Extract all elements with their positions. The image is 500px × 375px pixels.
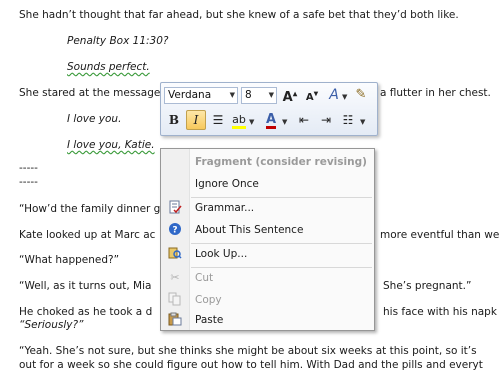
menu-item-about-this-sentence[interactable]: ? About This Sentence xyxy=(161,219,374,241)
doc-paragraph-italic: Penalty Box 11:30? xyxy=(67,35,169,47)
menu-item-label: Look Up... xyxy=(195,248,248,260)
center-align-button[interactable]: ☰ xyxy=(208,110,228,130)
menu-item-look-up[interactable]: Look Up... xyxy=(161,243,374,265)
doc-paragraph-italic: Sounds perfect. xyxy=(67,60,150,74)
bold-label: B xyxy=(168,113,180,127)
doc-paragraph-tail: a flutter in her chest. xyxy=(380,87,491,99)
chevron-down-icon[interactable]: ▼ xyxy=(282,118,287,126)
chevron-down-icon[interactable]: ▼ xyxy=(342,93,347,101)
chevron-down-icon[interactable]: ▼ xyxy=(269,88,274,103)
doc-paragraph-italic: I love you, Katie. xyxy=(67,138,155,152)
align-center-icon: ☰ xyxy=(212,113,224,127)
doc-paragraph-tail: more eventful than we xyxy=(380,229,500,241)
doc-paragraph: He choked as he took a d xyxy=(19,306,153,318)
italic-button[interactable]: I xyxy=(186,110,206,130)
scene-divider: ----- xyxy=(19,176,38,188)
bullets-button[interactable]: ☷ xyxy=(338,110,358,130)
scene-divider: ----- xyxy=(19,162,38,174)
increase-indent-icon: ⇥ xyxy=(320,113,332,127)
grammar-icon xyxy=(167,200,183,216)
doc-paragraph-tail: his face with his napk xyxy=(383,306,497,318)
doc-paragraph: She stared at the message xyxy=(19,87,161,99)
doc-paragraph: “Yeah. She’s not sure, but she thinks sh… xyxy=(19,345,477,357)
copy-icon xyxy=(167,292,183,308)
svg-text:?: ? xyxy=(172,226,177,236)
chevron-down-icon[interactable]: ▼ xyxy=(230,88,235,103)
mini-toolbar: Verdana ▼ 8 ▼ A▲ A▼ A ▼ ✎ B I ☰ ab ▼ A ▼… xyxy=(160,82,378,136)
menu-item-cut[interactable]: ✂ Cut xyxy=(161,267,374,289)
context-menu: Fragment (consider revising) Ignore Once… xyxy=(160,148,375,331)
menu-header-label: Fragment (consider revising) xyxy=(195,156,367,168)
italic-label: I xyxy=(193,113,199,127)
menu-item-label: Grammar... xyxy=(195,202,255,214)
bold-button[interactable]: B xyxy=(164,110,184,130)
grammar-flagged-text[interactable]: Sounds perfect. xyxy=(67,61,150,73)
doc-paragraph: “Well, as it turns out, Mia xyxy=(19,280,152,292)
scissors-icon: ✂ xyxy=(170,271,180,284)
brush-icon: ✎ xyxy=(355,87,367,102)
shrink-font-button[interactable]: A▼ xyxy=(302,85,322,105)
chevron-down-icon[interactable]: ▼ xyxy=(360,118,365,126)
increase-indent-button[interactable]: ⇥ xyxy=(316,110,336,130)
menu-item-label: Copy xyxy=(195,294,222,306)
menu-item-paste[interactable]: Paste xyxy=(161,309,374,331)
font-size-value: 8 xyxy=(245,89,252,101)
format-painter-button[interactable]: ✎ xyxy=(351,85,371,105)
chevron-down-icon[interactable]: ▼ xyxy=(249,118,254,126)
menu-item-label: Cut xyxy=(195,272,214,284)
highlight-button[interactable]: ab xyxy=(229,110,249,130)
doc-paragraph: “What happened?” xyxy=(19,254,120,266)
grammar-flagged-text[interactable]: I love you, Katie. xyxy=(67,139,155,151)
doc-paragraph-tail: She’s pregnant.” xyxy=(383,280,472,292)
doc-paragraph-italic: I love you. xyxy=(67,113,122,125)
research-icon xyxy=(167,246,183,262)
doc-paragraph-italic: “Seriously?” xyxy=(19,319,84,331)
menu-item-label: About This Sentence xyxy=(195,224,304,236)
highlighter-icon: ab xyxy=(232,114,246,129)
menu-item-grammar[interactable]: Grammar... xyxy=(161,197,374,219)
font-color-button[interactable]: A xyxy=(261,110,281,130)
menu-item-label: Ignore Once xyxy=(195,178,259,190)
menu-header-grammar-suggestion: Fragment (consider revising) xyxy=(161,151,374,173)
font-size-combo[interactable]: 8 ▼ xyxy=(241,87,277,104)
shrink-font-icon: A▼ xyxy=(305,91,319,104)
decrease-indent-button[interactable]: ⇤ xyxy=(294,110,314,130)
font-color-icon: A xyxy=(265,112,277,129)
styles-icon: A xyxy=(329,87,339,103)
paste-icon xyxy=(167,312,183,328)
menu-item-ignore-once[interactable]: Ignore Once xyxy=(161,173,374,195)
grow-font-icon: A▲ xyxy=(282,90,298,106)
menu-item-label: Paste xyxy=(195,314,224,326)
decrease-indent-icon: ⇤ xyxy=(298,113,310,127)
doc-paragraph: out for a week so she could figure out h… xyxy=(19,359,483,371)
grow-font-button[interactable]: A▲ xyxy=(280,85,300,105)
doc-paragraph: Kate looked up at Marc ac xyxy=(19,229,156,241)
menu-item-copy[interactable]: Copy xyxy=(161,289,374,311)
doc-paragraph: “How’d the family dinner g xyxy=(19,203,161,215)
bullet-list-icon: ☷ xyxy=(342,113,354,127)
font-name-value: Verdana xyxy=(168,89,212,101)
help-icon: ? xyxy=(167,222,183,238)
styles-button[interactable]: A xyxy=(324,85,344,105)
doc-paragraph: She hadn’t thought that far ahead, but s… xyxy=(19,9,459,21)
font-name-combo[interactable]: Verdana ▼ xyxy=(164,87,238,104)
